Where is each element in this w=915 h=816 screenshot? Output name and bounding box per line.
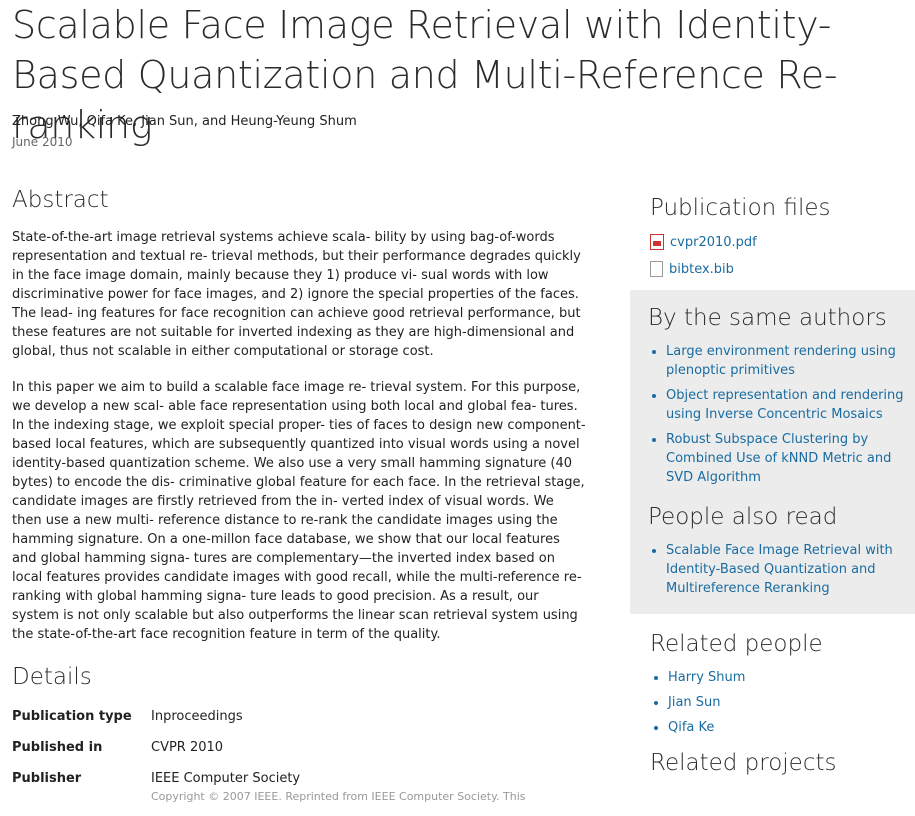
details-value: IEEE Computer Society Copyright © 2007 I… [151, 769, 526, 816]
list-item[interactable]: Harry Shum [668, 668, 915, 687]
publication-date: June 2010 [12, 135, 73, 149]
details-heading: Details [12, 664, 92, 690]
related-people-heading: Related people [650, 631, 823, 657]
publication-files-heading: Publication files [650, 195, 831, 221]
sidebar: Publication files cvpr2010.pdf bibtex.bi… [630, 184, 915, 787]
abstract-heading: Abstract [12, 187, 109, 213]
same-authors-list: Large environment rendering using plenop… [648, 342, 905, 487]
also-read-heading: People also read [648, 504, 838, 530]
pdf-file-icon [650, 234, 664, 250]
also-read-link[interactable]: Scalable Face Image Retrieval with Ident… [666, 543, 893, 596]
details-key: Publication type [12, 709, 132, 724]
file-link[interactable]: bibtex.bib [669, 262, 734, 277]
list-item[interactable]: Jian Sun [668, 693, 915, 712]
also-read-list: Scalable Face Image Retrieval with Ident… [648, 541, 905, 598]
person-link[interactable]: Jian Sun [668, 695, 721, 710]
file-item-pdf[interactable]: cvpr2010.pdf [650, 233, 915, 251]
list-item[interactable]: Object representation and rendering usin… [666, 386, 905, 424]
document-icon [650, 261, 663, 277]
details-row: Publication type Inproceedings [12, 707, 526, 738]
details-key: Publisher [12, 771, 82, 786]
authors-line: Zhong Wu, Qifa Ke, Jian Sun, and Heung-Y… [12, 114, 357, 129]
details-value: CVPR 2010 [151, 740, 224, 755]
details-key: Published in [12, 740, 103, 755]
person-link[interactable]: Qifa Ke [668, 720, 714, 735]
main-content: Abstract State-of-the-art image retrieva… [12, 184, 587, 816]
file-item-bib[interactable]: bibtex.bib [650, 260, 915, 278]
same-author-link[interactable]: Robust Subspace Clustering by Combined U… [666, 432, 891, 485]
publisher-name: IEEE Computer Society [151, 771, 301, 786]
related-people-section: Related people Harry Shum Jian Sun Qifa … [630, 614, 915, 779]
copyright-notice: Copyright © 2007 IEEE. Reprinted from IE… [151, 790, 526, 803]
same-author-link[interactable]: Large environment rendering using plenop… [666, 344, 896, 378]
details-value: Inproceedings [151, 709, 243, 724]
related-projects-heading: Related projects [650, 750, 837, 776]
abstract-paragraph-2: In this paper we aim to build a scalable… [12, 380, 586, 642]
file-link[interactable]: cvpr2010.pdf [670, 235, 757, 250]
list-item[interactable]: Large environment rendering using plenop… [666, 342, 905, 380]
related-people-list: Harry Shum Jian Sun Qifa Ke [650, 668, 915, 737]
same-authors-heading: By the same authors [648, 305, 887, 331]
list-item[interactable]: Scalable Face Image Retrieval with Ident… [666, 541, 905, 598]
abstract-paragraph-1: State-of-the-art image retrieval systems… [12, 230, 581, 359]
list-item[interactable]: Qifa Ke [668, 718, 915, 737]
person-link[interactable]: Harry Shum [668, 670, 745, 685]
list-item[interactable]: Robust Subspace Clustering by Combined U… [666, 430, 905, 487]
same-author-link[interactable]: Object representation and rendering usin… [666, 388, 904, 422]
publication-files-section: Publication files cvpr2010.pdf bibtex.bi… [630, 184, 915, 284]
details-row: Publisher IEEE Computer Society Copyrigh… [12, 769, 526, 816]
details-row: Published in CVPR 2010 [12, 738, 526, 769]
related-content-panel: By the same authors Large environment re… [630, 290, 915, 614]
